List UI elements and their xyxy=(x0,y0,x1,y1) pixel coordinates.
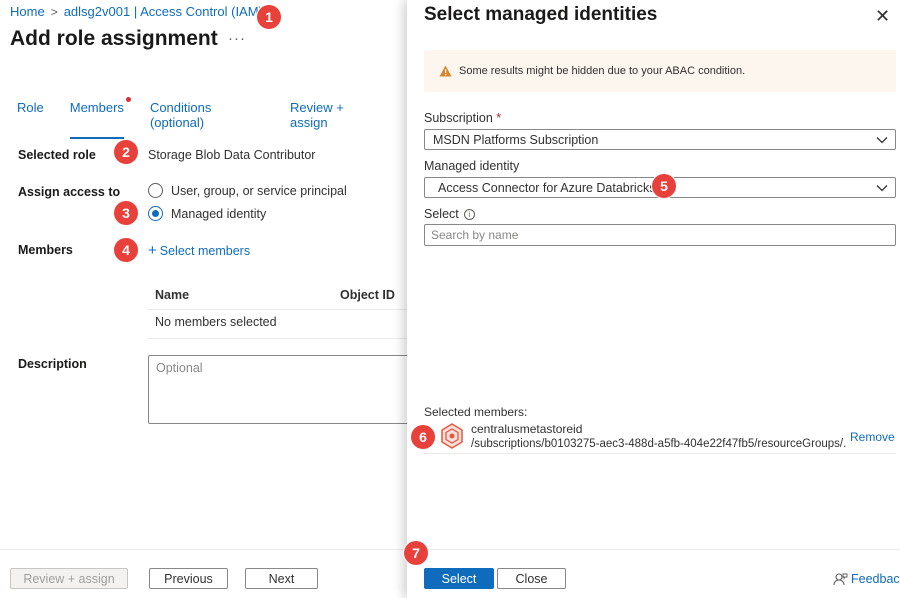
required-asterisk: * xyxy=(496,111,502,125)
page-title: Add role assignment xyxy=(10,27,218,50)
tab-members-label: Members xyxy=(69,100,124,115)
subscription-label-text: Subscription xyxy=(424,111,493,125)
members-table-header: Name Object ID xyxy=(148,286,407,310)
add-role-assignment-page: Home > adlsg2v001 | Access Control (IAM)… xyxy=(0,0,410,598)
search-by-name-input[interactable] xyxy=(424,224,896,246)
description-textarea[interactable]: Optional xyxy=(148,355,410,424)
annotation-badge-5: 5 xyxy=(652,174,676,198)
assign-access-label: Assign access to xyxy=(18,185,121,199)
feedback-icon xyxy=(833,573,848,586)
feedback-link[interactable]: Feedback xyxy=(833,572,900,586)
abac-warning-banner: Some results might be hidden due to your… xyxy=(424,50,896,92)
select-members-text: Select members xyxy=(159,244,251,258)
tab-bar: Role Members Conditions (optional) Revie… xyxy=(17,97,407,139)
subscription-dropdown[interactable]: MSDN Platforms Subscription xyxy=(424,129,896,150)
selected-members-label: Selected members: xyxy=(424,405,528,419)
annotation-badge-1: 1 xyxy=(257,5,281,29)
radio-checked-icon xyxy=(148,206,163,221)
feedback-text: Feedback xyxy=(851,572,900,586)
annotation-badge-4: 4 xyxy=(114,238,138,262)
tab-conditions[interactable]: Conditions (optional) xyxy=(150,100,264,136)
info-icon[interactable]: i xyxy=(463,209,475,220)
column-object-id: Object ID xyxy=(340,288,395,302)
column-name: Name xyxy=(155,288,190,302)
radio-unchecked-icon xyxy=(148,183,163,198)
warning-text: Some results might be hidden due to your… xyxy=(459,65,746,77)
annotation-badge-2: 2 xyxy=(114,140,138,164)
member-name: centralusmetastoreid xyxy=(471,422,583,436)
review-assign-button[interactable]: Review + assign xyxy=(10,568,128,589)
breadcrumb-resource[interactable]: adlsg2v001 | Access Control (IAM) xyxy=(64,4,263,19)
members-label: Members xyxy=(18,243,73,257)
remove-member-link[interactable]: Remove xyxy=(850,430,895,444)
selected-member-row: centralusmetastoreid /subscriptions/b010… xyxy=(424,420,896,454)
breadcrumb-home[interactable]: Home xyxy=(10,4,45,19)
selected-role-value: Storage Blob Data Contributor xyxy=(148,148,316,162)
previous-button[interactable]: Previous xyxy=(149,568,228,589)
select-managed-identities-panel: Select managed identities ✕ Some results… xyxy=(407,0,900,598)
select-button[interactable]: Select xyxy=(424,568,494,589)
close-icon[interactable]: ✕ xyxy=(875,6,890,27)
radio-managed-label: Managed identity xyxy=(171,206,267,221)
member-resource-path: /subscriptions/b0103275-aec3-488d-a5fb-4… xyxy=(471,438,847,450)
selected-role-label: Selected role xyxy=(18,148,96,162)
tab-members[interactable]: Members xyxy=(69,97,131,139)
databricks-connector-icon xyxy=(441,423,463,449)
panel-footer-divider xyxy=(407,549,900,550)
select-members-link[interactable]: + Select members xyxy=(148,242,250,259)
managed-identity-label: Managed identity xyxy=(424,159,520,173)
chevron-down-icon xyxy=(876,137,888,144)
breadcrumb: Home > adlsg2v001 | Access Control (IAM)… xyxy=(10,4,282,19)
radio-managed-identity[interactable]: Managed identity xyxy=(148,206,266,221)
select-label: Select i xyxy=(424,207,475,221)
empty-members-text: No members selected xyxy=(155,315,277,329)
radio-user-group-sp[interactable]: User, group, or service principal xyxy=(148,183,347,198)
table-divider xyxy=(148,338,407,339)
tab-review-assign[interactable]: Review + assign xyxy=(290,100,381,136)
description-label: Description xyxy=(18,357,87,371)
warning-icon xyxy=(439,65,452,77)
managed-identity-value: Access Connector for Azure Databricks (1… xyxy=(438,180,675,195)
tab-role[interactable]: Role xyxy=(17,100,44,136)
chevron-right-icon: > xyxy=(50,4,58,19)
required-dot-icon xyxy=(125,97,131,102)
annotation-badge-7: 7 xyxy=(404,541,428,565)
next-button[interactable]: Next xyxy=(245,568,318,589)
subscription-value: MSDN Platforms Subscription xyxy=(433,132,599,147)
more-options-icon[interactable]: ··· xyxy=(228,30,246,47)
panel-title: Select managed identities xyxy=(424,4,658,25)
select-label-text: Select xyxy=(424,207,459,221)
close-button[interactable]: Close xyxy=(497,568,566,589)
subscription-label: Subscription * xyxy=(424,111,501,125)
radio-user-label: User, group, or service principal xyxy=(171,183,347,198)
chevron-down-icon xyxy=(876,185,888,192)
annotation-badge-3: 3 xyxy=(114,201,138,225)
annotation-badge-6: 6 xyxy=(411,425,435,449)
plus-icon: + xyxy=(148,242,157,259)
footer-divider xyxy=(0,549,407,550)
